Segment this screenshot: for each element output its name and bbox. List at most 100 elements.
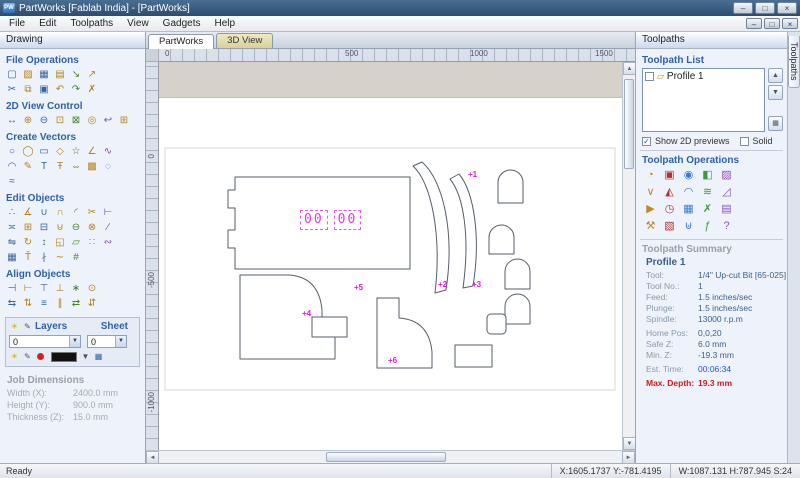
break-curve-icon[interactable]: ∤ xyxy=(36,250,52,265)
zoom-extents-icon[interactable]: ⊠ xyxy=(68,113,84,128)
layer-visibility-icon[interactable]: ☀ xyxy=(9,321,20,332)
solid-checkbox[interactable] xyxy=(739,136,749,146)
slice-icon[interactable]: ∕ xyxy=(100,220,116,235)
maximize-button[interactable]: □ xyxy=(755,2,775,14)
pan-icon[interactable]: ↔ xyxy=(4,113,20,128)
arch-part-2[interactable] xyxy=(488,224,515,255)
active-layer-lamp-icon[interactable]: ☀ xyxy=(9,351,20,362)
toolpath-checkbox[interactable] xyxy=(645,72,654,81)
toolpath-list-item[interactable]: ▱ Profile 1 xyxy=(645,71,762,82)
layer-color-swatch[interactable] xyxy=(51,351,77,362)
save-file-icon[interactable]: ▦ xyxy=(36,67,52,82)
export-icon[interactable]: ↗ xyxy=(84,67,100,82)
move-toolpath-up-button[interactable]: ▲ xyxy=(768,68,783,83)
ungroup-icon[interactable]: ⊟ xyxy=(36,220,52,235)
sheet-select[interactable]: 0 ▼ xyxy=(87,335,127,348)
cut-icon[interactable]: ✂ xyxy=(4,82,20,97)
move-toolpath-down-button[interactable]: ▼ xyxy=(768,85,783,100)
intersect-icon[interactable]: ⊗ xyxy=(84,220,100,235)
insert-bitmap-icon[interactable]: ▩ xyxy=(84,159,100,174)
chevron-down-icon[interactable]: ▼ xyxy=(115,336,126,347)
nesting-icon[interactable]: ▦ xyxy=(4,250,20,265)
arch-part-3[interactable] xyxy=(504,258,531,290)
draw-rectangle-icon[interactable]: ▭ xyxy=(36,144,52,159)
draw-curve-icon[interactable]: ∿ xyxy=(100,144,116,159)
toolpath-help-icon[interactable]: ? xyxy=(717,218,736,235)
fillet-icon[interactable]: ◜ xyxy=(68,205,84,220)
draw-vector-texture-icon[interactable]: ≈ xyxy=(4,174,20,189)
menu-edit[interactable]: Edit xyxy=(32,16,63,31)
align-v-center-icon[interactable]: ∥ xyxy=(52,296,68,311)
tab-partworks[interactable]: PartWorks xyxy=(148,34,215,49)
tab-3d-view[interactable]: 3D View xyxy=(216,33,274,48)
draw-star-icon[interactable]: ☆ xyxy=(68,144,84,159)
join-vectors-icon[interactable]: ∪ xyxy=(36,205,52,220)
preview-toolpaths-icon[interactable]: ▶ xyxy=(641,201,660,218)
trace-bitmap-icon[interactable]: ◌ xyxy=(100,159,116,174)
texture-toolpath-icon[interactable]: ▨ xyxy=(717,167,736,184)
vcarve-toolpath-icon[interactable]: ∨ xyxy=(641,184,660,201)
smooth-icon[interactable]: ∼ xyxy=(52,250,68,265)
draw-polyline-icon[interactable]: ∠ xyxy=(84,144,100,159)
group-icon[interactable]: ⊞ xyxy=(20,220,36,235)
drawing-canvas[interactable]: 00 00 +1 +2 +3 +4 +5 +6 xyxy=(159,62,622,450)
toolpath-list-options-button[interactable]: ▦ xyxy=(768,116,783,131)
toggle-grid-icon[interactable]: ⊞ xyxy=(116,113,132,128)
array-copy-icon[interactable]: ∷ xyxy=(84,235,100,250)
vertical-scrollbar[interactable]: ▲ ▼ xyxy=(622,62,636,450)
center-in-material-icon[interactable]: ⊙ xyxy=(84,281,100,296)
horizontal-scrollbar[interactable]: ◄ ► xyxy=(146,450,635,464)
tool-database-icon[interactable]: ⚒ xyxy=(641,218,660,235)
estimate-time-icon[interactable]: ◷ xyxy=(660,201,679,218)
menu-file[interactable]: File xyxy=(2,16,32,31)
space-vertical-icon[interactable]: ⇅ xyxy=(20,296,36,311)
zoom-out-icon[interactable]: ⊖ xyxy=(36,113,52,128)
draw-text-icon[interactable]: T xyxy=(36,159,52,174)
align-right-icon[interactable]: ⊢ xyxy=(20,281,36,296)
delete-toolpath-icon[interactable]: ✗ xyxy=(698,201,717,218)
arch-part-1[interactable] xyxy=(497,169,524,204)
menu-toolpaths[interactable]: Toolpaths xyxy=(63,16,120,31)
pocket-toolpath-icon[interactable]: ▣ xyxy=(660,167,679,184)
rotate-icon[interactable]: ↻ xyxy=(20,235,36,250)
inlay-toolpath-icon[interactable]: ◧ xyxy=(698,167,717,184)
draw-ellipse-icon[interactable]: ◯ xyxy=(20,144,36,159)
minimize-button[interactable]: – xyxy=(733,2,753,14)
new-file-icon[interactable]: ▢ xyxy=(4,67,20,82)
scroll-right-icon[interactable]: ► xyxy=(622,451,635,464)
horizontal-scroll-thumb[interactable] xyxy=(325,452,446,462)
zoom-window-icon[interactable]: ⊡ xyxy=(52,113,68,128)
draw-arc-icon[interactable]: ◠ xyxy=(4,159,20,174)
draw-circle-icon[interactable]: ○ xyxy=(4,144,20,159)
profile-toolpath-icon[interactable]: ◔ xyxy=(641,167,660,184)
align-top-icon[interactable]: ⊤ xyxy=(36,281,52,296)
chamfer-toolpath-icon[interactable]: ◿ xyxy=(717,184,736,201)
chevron-down-icon[interactable]: ▼ xyxy=(69,336,80,347)
align-bottom-icon[interactable]: ⊥ xyxy=(52,281,68,296)
menu-help[interactable]: Help xyxy=(207,16,242,31)
add-layer-icon[interactable]: ▦ xyxy=(93,351,104,362)
show-2d-previews-checkbox[interactable]: ✓ xyxy=(642,136,651,146)
engraving-text[interactable]: 00 00 xyxy=(300,210,362,230)
undo-icon[interactable]: ↶ xyxy=(52,82,68,97)
mdi-restore-button[interactable]: □ xyxy=(764,18,780,29)
close-button[interactable]: × xyxy=(777,2,797,14)
fluting-toolpath-icon[interactable]: ≋ xyxy=(698,184,717,201)
save-toolpath-icon[interactable]: ▦ xyxy=(679,201,698,218)
small-rect-part-1[interactable] xyxy=(311,316,348,338)
redo-icon[interactable]: ↷ xyxy=(68,82,84,97)
align-left-icon[interactable]: ⊣ xyxy=(4,281,20,296)
import-vectors-icon[interactable]: ↘ xyxy=(68,67,84,82)
menu-view[interactable]: View xyxy=(120,16,156,31)
scroll-left-icon[interactable]: ◄ xyxy=(146,451,159,464)
move-icon[interactable]: ↕ xyxy=(36,235,52,250)
node-edit-icon[interactable]: ∴ xyxy=(4,205,20,220)
extend-icon[interactable]: ⊢ xyxy=(100,205,116,220)
snap-options-icon[interactable]: # xyxy=(68,250,84,265)
document-variables-icon[interactable]: ƒ xyxy=(698,218,717,235)
prism-toolpath-icon[interactable]: ◭ xyxy=(660,184,679,201)
text-to-curves-icon[interactable]: Ť xyxy=(20,250,36,265)
previous-view-icon[interactable]: ↩ xyxy=(100,113,116,128)
layer-select[interactable]: 0 ▼ xyxy=(9,335,81,348)
subtract-icon[interactable]: ⊖ xyxy=(68,220,84,235)
